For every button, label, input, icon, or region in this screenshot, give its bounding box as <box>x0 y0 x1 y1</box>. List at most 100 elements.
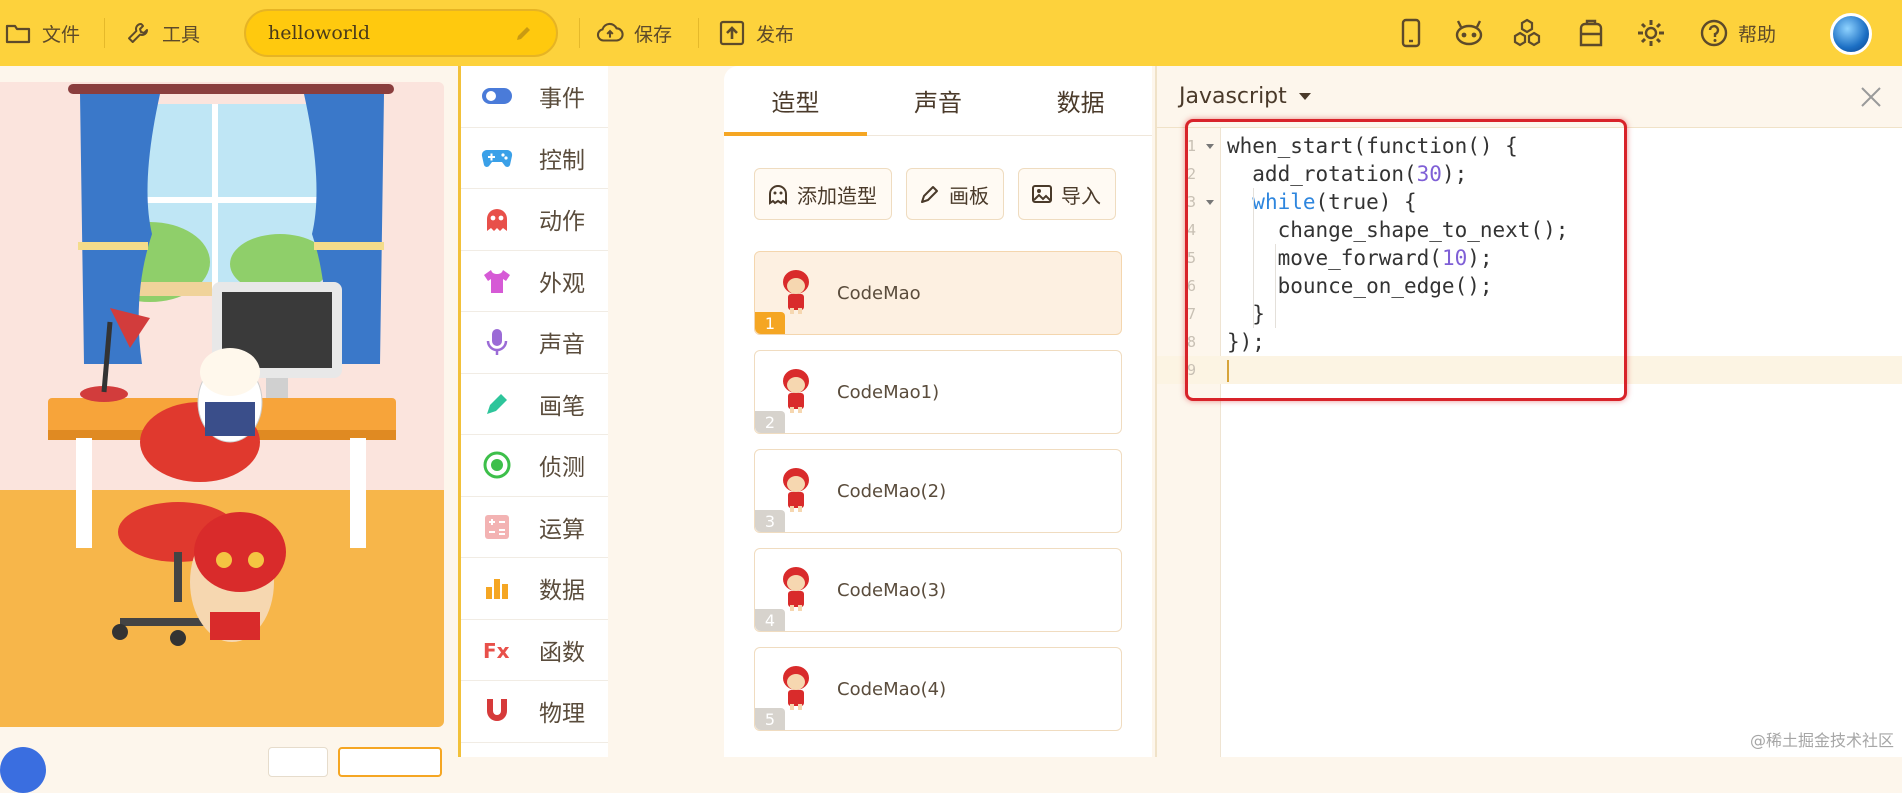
category-data[interactable]: 数据 <box>461 558 608 620</box>
language-label: Javascript <box>1179 84 1287 109</box>
category-label: 画笔 <box>539 387 585 421</box>
help-icon <box>1700 19 1728 47</box>
toolbar-divider <box>698 18 699 48</box>
close-icon[interactable] <box>1858 84 1884 110</box>
gear-icon[interactable] <box>1634 16 1668 50</box>
costume-number: 1 <box>755 312 785 334</box>
asset-tabs: 造型 声音 数据 <box>724 66 1152 136</box>
tab-costumes[interactable]: 造型 <box>724 66 867 135</box>
avatar[interactable] <box>1830 13 1872 55</box>
costume-item[interactable]: 3CodeMao(2) <box>754 449 1122 533</box>
project-name: helloworld <box>268 22 370 44</box>
pen-icon <box>481 388 513 420</box>
magnet-icon <box>481 695 513 727</box>
add-costume-button[interactable]: 添加造型 <box>754 168 892 220</box>
category-sensing[interactable]: 侦测 <box>461 435 608 497</box>
backpack-icon[interactable] <box>1574 16 1608 50</box>
robot-icon[interactable] <box>1452 16 1486 50</box>
costume-number: 3 <box>755 510 785 532</box>
costume-name: CodeMao <box>837 283 921 304</box>
block-workspace-gap <box>608 66 724 757</box>
publish-button[interactable]: 发布 <box>718 0 794 66</box>
costume-number: 2 <box>755 411 785 433</box>
help-button[interactable]: 帮助 <box>1700 0 1776 66</box>
category-operators[interactable]: 运算 <box>461 497 608 559</box>
costume-item[interactable]: 2CodeMao1) <box>754 350 1122 434</box>
costume-panel: 造型 声音 数据 添加造型 画板 导入 1CodeMao2CodeMao1)3C… <box>724 66 1152 757</box>
costume-name: CodeMao(4) <box>837 679 946 700</box>
category-events[interactable]: 事件 <box>461 66 608 128</box>
tab-data[interactable]: 数据 <box>1009 66 1152 135</box>
bar-chart-icon <box>481 572 513 604</box>
category-label: 控制 <box>539 141 585 175</box>
import-button[interactable]: 导入 <box>1018 168 1116 220</box>
brush-icon <box>919 183 941 205</box>
costume-number: 5 <box>755 708 785 730</box>
help-label: 帮助 <box>1738 20 1776 47</box>
import-label: 导入 <box>1061 180 1101 209</box>
mobile-icon[interactable] <box>1394 16 1428 50</box>
image-icon <box>1031 183 1053 205</box>
gamepad-icon <box>481 142 513 174</box>
toggle-icon <box>481 80 513 112</box>
paint-button[interactable]: 画板 <box>906 168 1004 220</box>
file-label: 文件 <box>42 20 80 47</box>
stage-button[interactable] <box>338 747 442 777</box>
chevron-down-icon <box>1299 93 1311 100</box>
category-label: 声音 <box>539 325 585 359</box>
watermark: @稀土掘金技术社区 <box>1750 727 1894 751</box>
paint-label: 画板 <box>949 180 989 209</box>
category-label: 物理 <box>539 694 585 728</box>
tools-menu[interactable]: 工具 <box>124 0 200 66</box>
pencil-icon[interactable] <box>514 23 534 48</box>
wrench-icon <box>124 19 152 47</box>
block-category-panel: 事件 控制 动作 外观 声音 画笔 侦测 运算 数据 Fx 函数 物理 <box>458 66 608 757</box>
save-button[interactable]: 保存 <box>596 0 672 66</box>
costume-tools: 添加造型 画板 导入 <box>754 168 1152 220</box>
category-looks[interactable]: 外观 <box>461 251 608 313</box>
file-menu[interactable]: 文件 <box>4 0 80 66</box>
stage-button[interactable] <box>268 747 328 777</box>
project-name-field[interactable]: helloworld <box>244 9 558 57</box>
stage-canvas[interactable] <box>0 82 444 727</box>
costume-name: CodeMao(3) <box>837 580 946 601</box>
folder-icon <box>4 19 32 47</box>
cloud-upload-icon <box>596 19 624 47</box>
stage-scene <box>0 82 444 727</box>
shirt-icon <box>481 265 513 297</box>
costume-thumbnail <box>777 662 815 712</box>
costume-number: 4 <box>755 609 785 631</box>
costume-item[interactable]: 4 CodeMao(3) <box>754 548 1122 632</box>
costume-item[interactable]: 1 CodeMao <box>754 251 1122 335</box>
category-pen[interactable]: 画笔 <box>461 374 608 436</box>
stage-control-icon[interactable] <box>0 747 46 793</box>
category-control[interactable]: 控制 <box>461 128 608 190</box>
language-select[interactable]: Javascript <box>1179 84 1311 109</box>
costume-thumbnail <box>777 563 815 613</box>
costume-item[interactable]: 5 CodeMao(4) <box>754 647 1122 731</box>
category-label: 动作 <box>539 202 585 236</box>
add-costume-label: 添加造型 <box>797 180 877 209</box>
microphone-icon <box>481 326 513 358</box>
tab-sounds[interactable]: 声音 <box>867 66 1010 135</box>
annotation-highlight-box <box>1185 119 1627 401</box>
category-label: 外观 <box>539 264 585 298</box>
save-label: 保存 <box>634 20 672 47</box>
category-sound[interactable]: 声音 <box>461 312 608 374</box>
costume-list: 1 CodeMao 2CodeMao1) 3CodeMao(2) 4 CodeMao(3)… <box>754 251 1122 731</box>
category-label: 数据 <box>539 571 585 605</box>
publish-icon <box>718 19 746 47</box>
category-label: 函数 <box>539 633 585 667</box>
ghost-icon <box>767 183 789 205</box>
publish-label: 发布 <box>756 20 794 47</box>
costume-thumbnail <box>777 365 815 415</box>
function-icon: Fx <box>481 634 513 666</box>
category-functions[interactable]: Fx 函数 <box>461 620 608 682</box>
hexagons-icon[interactable] <box>1510 16 1544 50</box>
target-icon <box>481 449 513 481</box>
ghost-icon <box>481 203 513 235</box>
toolbar-divider <box>104 18 105 48</box>
category-motion[interactable]: 动作 <box>461 189 608 251</box>
category-physics[interactable]: 物理 <box>461 681 608 743</box>
calculator-icon <box>481 511 513 543</box>
